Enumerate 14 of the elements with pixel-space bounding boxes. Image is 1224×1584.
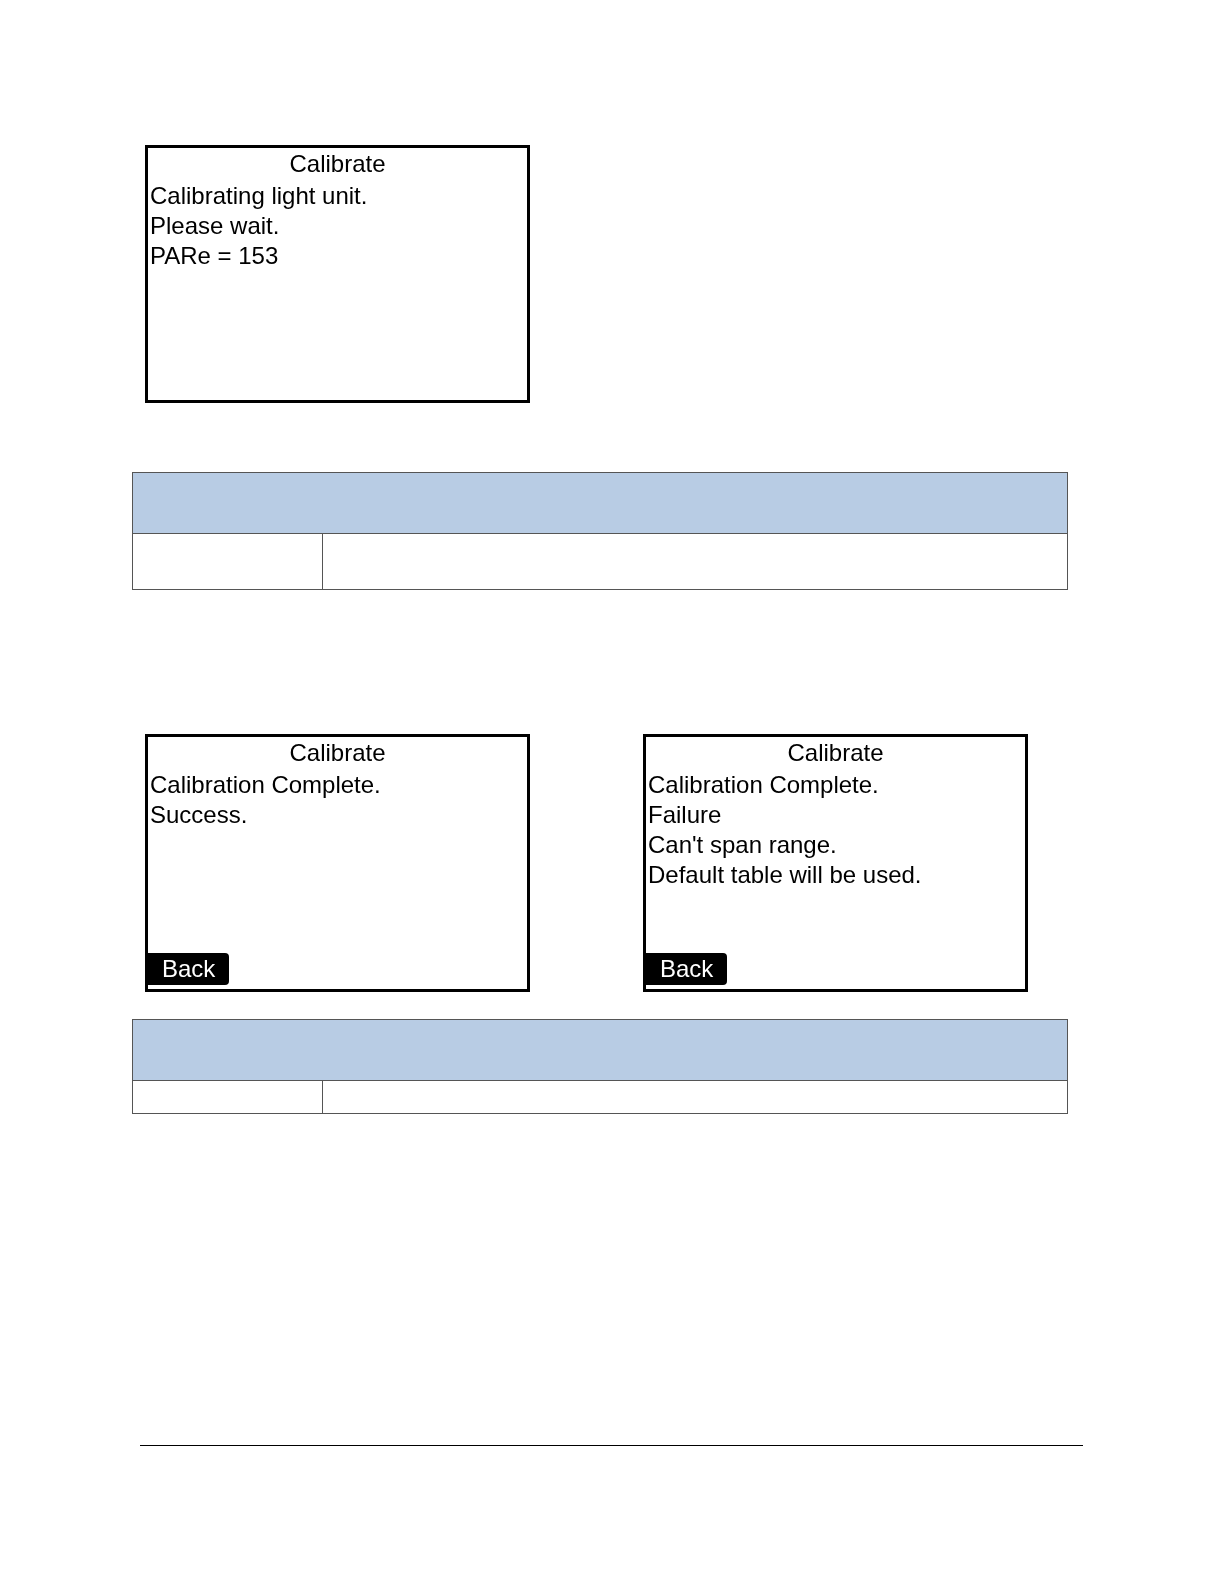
message-line: Calibrating light unit. (150, 181, 368, 211)
message-line: PARe = 153 (150, 241, 279, 271)
back-button[interactable]: Back (148, 953, 230, 985)
message-line: Calibration Complete. (150, 770, 381, 800)
back-button[interactable]: Back (646, 953, 728, 985)
message-line: Please wait. (150, 211, 280, 241)
message-line: Calibration Complete. (648, 770, 879, 800)
message-line: Can't span range. (648, 830, 837, 860)
message-line: Success. (150, 800, 248, 830)
screen-title: Calibrate (289, 739, 386, 766)
screen-title: Calibrate (289, 150, 386, 177)
screen-title: Calibrate (787, 739, 884, 766)
message-line: Failure (648, 800, 722, 830)
message-line: Default table will be used. (648, 860, 922, 890)
